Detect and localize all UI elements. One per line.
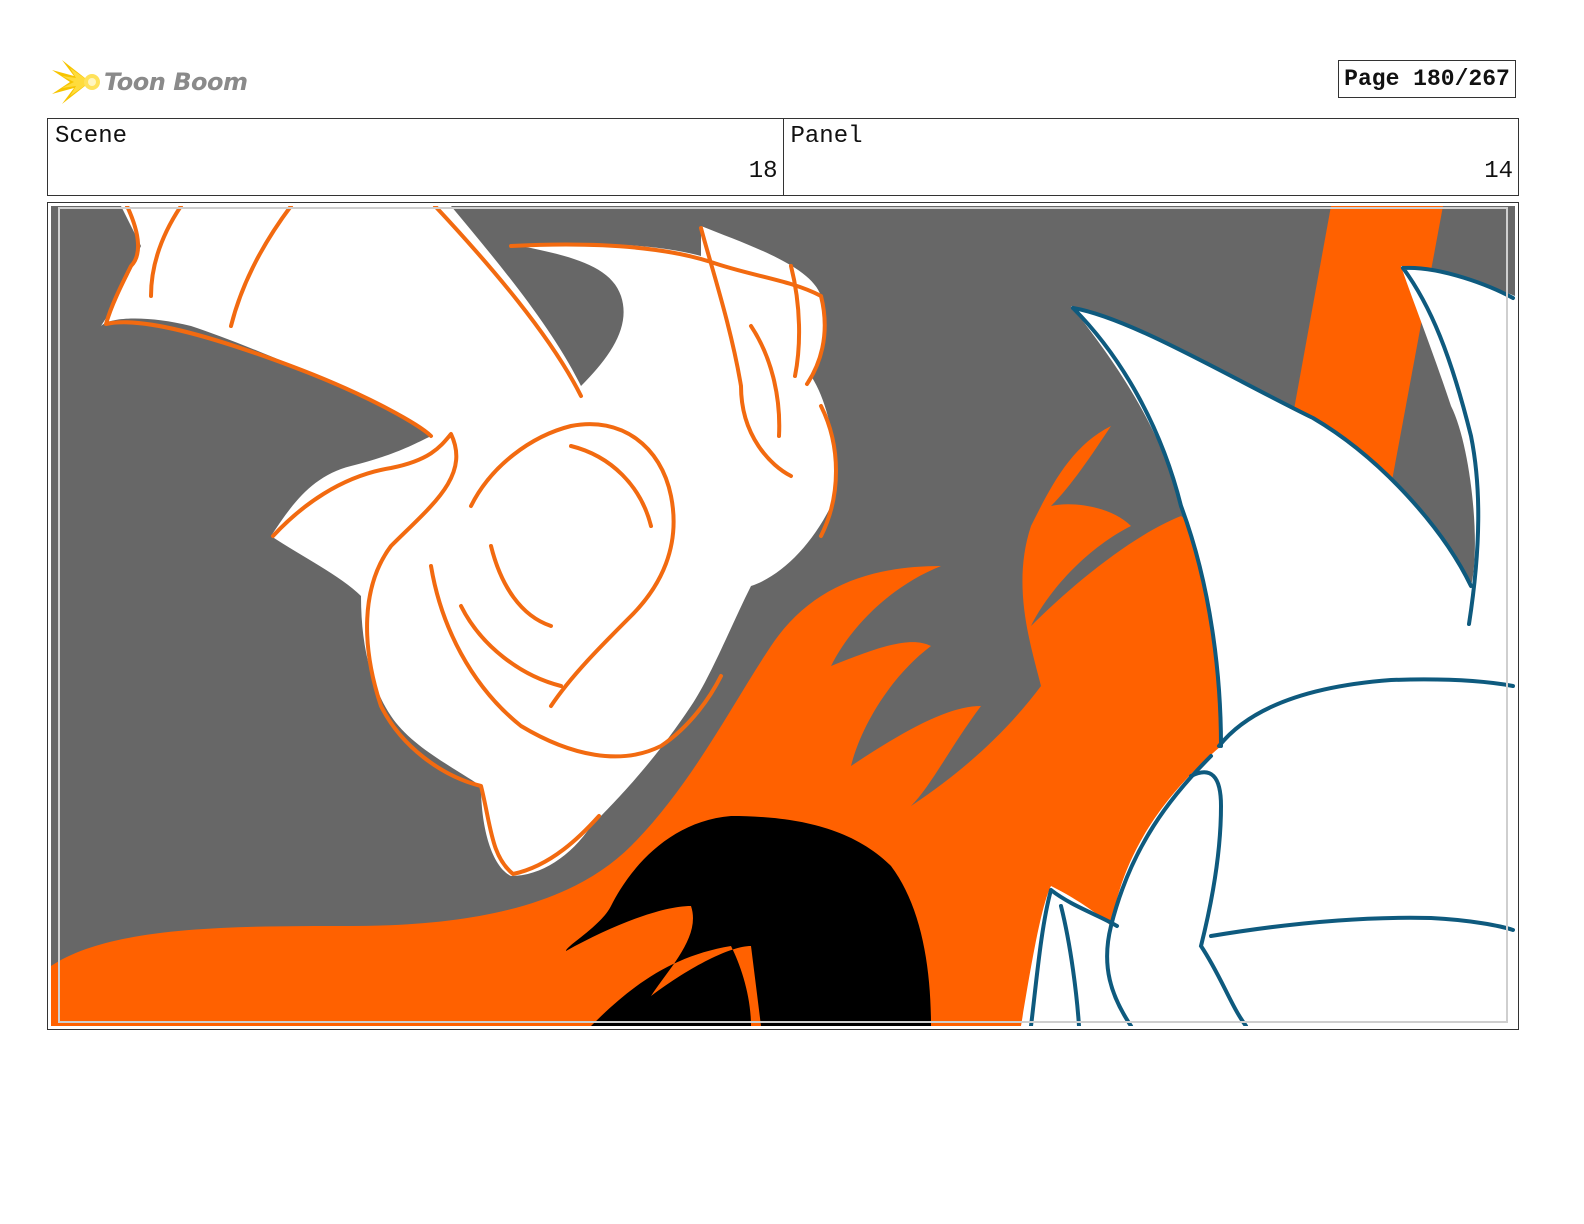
- scene-number: 18: [748, 158, 778, 185]
- storyboard-panel: [47, 202, 1519, 1030]
- scene-panel-info: Scene 18 Panel 14: [47, 118, 1519, 196]
- logo-text: Toon Boom: [104, 68, 248, 96]
- panel-label: Panel: [790, 123, 863, 150]
- panel-artwork: [51, 206, 1515, 1026]
- scene-label: Scene: [55, 123, 128, 150]
- starburst-icon: [52, 60, 100, 104]
- toon-boom-logo: Toon Boom: [50, 54, 250, 110]
- panel-cell: Panel 14: [782, 119, 1519, 195]
- page-counter: Page 180/267: [1338, 60, 1516, 98]
- panel-number: 14: [1484, 158, 1513, 185]
- scene-cell: Scene 18: [48, 119, 783, 195]
